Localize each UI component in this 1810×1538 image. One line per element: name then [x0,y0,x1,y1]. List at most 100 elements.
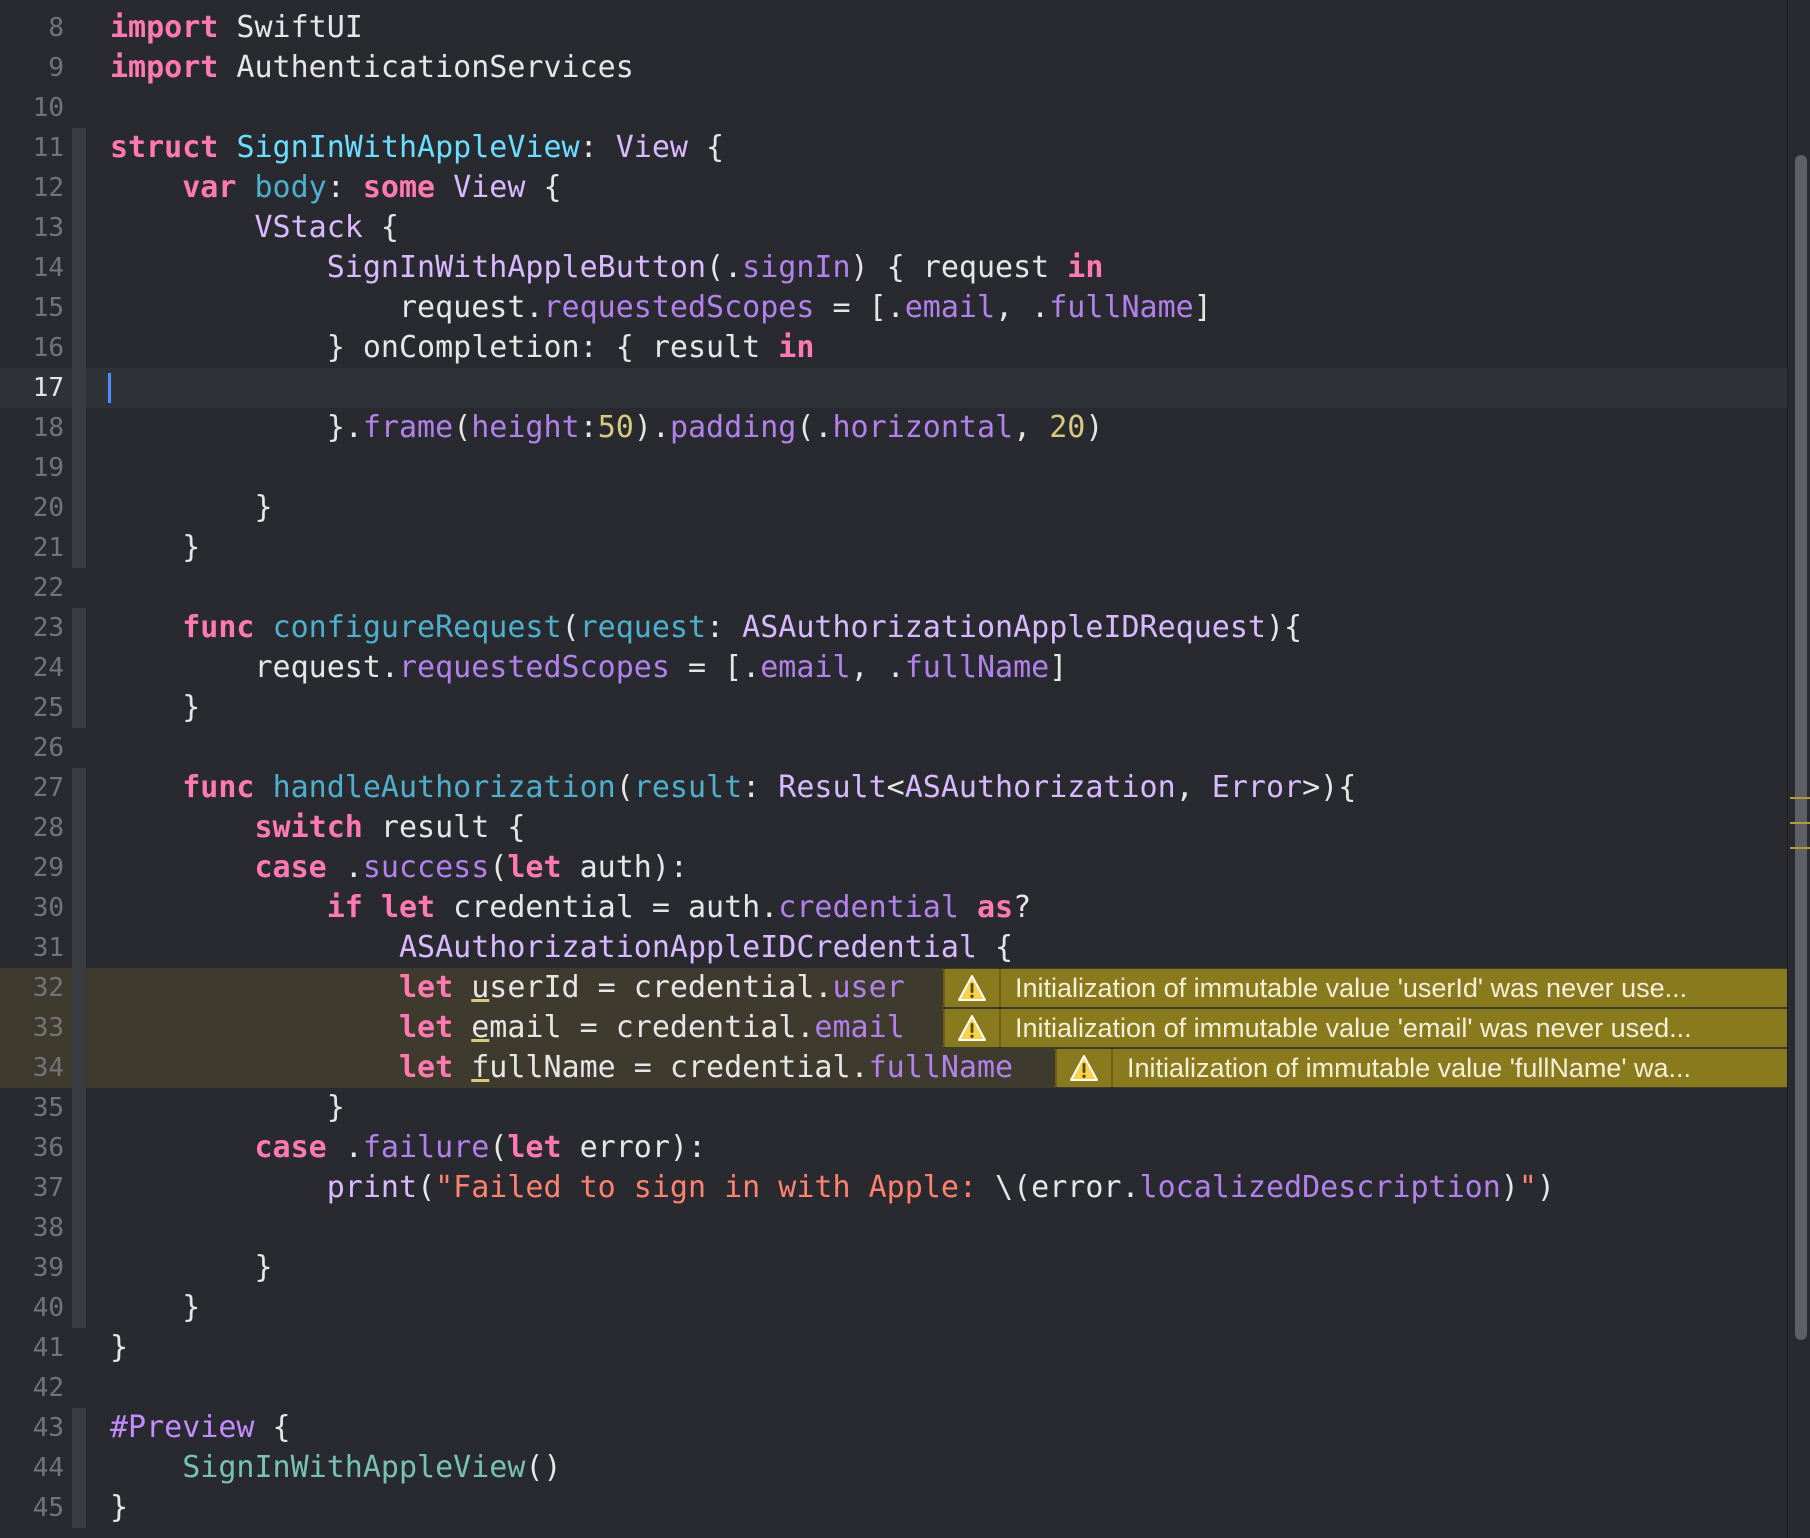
code-line[interactable]: 19 [0,448,1787,488]
code-text[interactable]: let fullName = credential.fullName [110,1048,1013,1088]
code-fold-ribbon[interactable] [72,648,86,688]
code-text[interactable]: print("Failed to sign in with Apple: \(e… [110,1168,1555,1208]
code-line[interactable]: 41} [0,1328,1787,1368]
code-line[interactable]: 38 [0,1208,1787,1248]
scrollbar-thumb[interactable] [1795,155,1807,1340]
warning-banner[interactable]: Initialization of immutable value 'email… [943,1009,1787,1047]
code-line[interactable]: 12 var body: some View { [0,168,1787,208]
code-line[interactable]: 27 func handleAuthorization(result: Resu… [0,768,1787,808]
code-fold-ribbon[interactable] [72,168,86,208]
code-text[interactable]: } onCompletion: { result in [110,328,815,368]
code-fold-ribbon[interactable] [72,1208,86,1248]
code-line[interactable]: 44 SignInWithAppleView() [0,1448,1787,1488]
code-line[interactable]: 37 print("Failed to sign in with Apple: … [0,1168,1787,1208]
code-line[interactable]: 23 func configureRequest(request: ASAuth… [0,608,1787,648]
code-line[interactable]: 17 [0,368,1787,408]
code-text[interactable]: case .failure(let error): [110,1128,707,1168]
warning-triangle-icon[interactable] [1057,1049,1113,1087]
code-fold-ribbon[interactable] [72,528,86,568]
code-text[interactable]: } [110,1488,128,1528]
code-fold-ribbon[interactable] [72,1128,86,1168]
code-text[interactable]: VStack { [110,208,400,248]
code-line[interactable]: 35 } [0,1088,1787,1128]
code-fold-ribbon[interactable] [72,848,86,888]
code-text[interactable]: case .success(let auth): [110,848,689,888]
code-line[interactable]: 25 } [0,688,1787,728]
code-line[interactable]: 32 let userId = credential.user Initializ… [0,968,1787,1008]
code-fold-ribbon[interactable] [72,768,86,808]
code-line[interactable]: 36 case .failure(let error): [0,1128,1787,1168]
code-text[interactable]: import AuthenticationServices [110,48,634,88]
code-line[interactable]: 14 SignInWithAppleButton(.signIn) { requ… [0,248,1787,288]
warning-triangle-icon[interactable] [945,969,1001,1007]
code-text[interactable]: } [110,688,200,728]
code-line[interactable]: 43 #Preview { [0,1408,1787,1448]
code-fold-ribbon[interactable] [72,968,86,1008]
code-fold-ribbon[interactable] [72,1448,86,1488]
code-fold-ribbon[interactable] [72,608,86,648]
code-text[interactable]: switch result { [110,808,526,848]
code-text[interactable]: } [110,1088,345,1128]
code-editor[interactable]: 8 import SwiftUI 9 import AuthenticationSer… [0,0,1810,1538]
code-fold-ribbon[interactable] [72,688,86,728]
code-fold-ribbon[interactable] [72,1408,86,1448]
code-text[interactable]: SignInWithAppleButton(.signIn) { request… [110,248,1104,288]
code-line[interactable]: 26 [0,728,1787,768]
code-line[interactable]: 21 } [0,528,1787,568]
code-line[interactable]: 9 import AuthenticationServices [0,48,1787,88]
code-line[interactable]: 31 ASAuthorizationAppleIDCredential { [0,928,1787,968]
code-fold-ribbon[interactable] [72,1168,86,1208]
code-text[interactable]: let userId = credential.user [110,968,905,1008]
code-fold-ribbon[interactable] [72,328,86,368]
code-fold-ribbon[interactable] [72,888,86,928]
code-fold-ribbon[interactable] [72,208,86,248]
code-fold-ribbon[interactable] [72,928,86,968]
code-fold-ribbon[interactable] [72,1048,86,1088]
code-fold-ribbon[interactable] [72,1088,86,1128]
code-line[interactable]: 39 } [0,1248,1787,1288]
code-line[interactable]: 8 import SwiftUI [0,8,1787,48]
code-line[interactable]: 15 request.requestedScopes = [.email, .f… [0,288,1787,328]
code-fold-ribbon[interactable] [72,808,86,848]
code-text[interactable]: func handleAuthorization(result: Result<… [110,768,1356,808]
code-fold-ribbon[interactable] [72,128,86,168]
code-text[interactable]: request.requestedScopes = [.email, .full… [110,288,1212,328]
code-line[interactable]: 33 let email = credential.email Initializ… [0,1008,1787,1048]
code-text[interactable]: request.requestedScopes = [.email, .full… [110,648,1067,688]
code-fold-ribbon[interactable] [72,1288,86,1328]
code-line[interactable]: 16 } onCompletion: { result in [0,328,1787,368]
code-fold-ribbon[interactable] [72,448,86,488]
warning-banner[interactable]: Initialization of immutable value 'userI… [943,969,1787,1007]
code-line[interactable]: 18 }.frame(height:50).padding(.horizonta… [0,408,1787,448]
code-text[interactable]: func configureRequest(request: ASAuthori… [110,608,1302,648]
code-text[interactable]: struct SignInWithAppleView: View { [110,128,724,168]
code-text[interactable]: }.frame(height:50).padding(.horizontal, … [110,408,1104,448]
code-fold-ribbon[interactable] [72,288,86,328]
code-line[interactable]: 34 let fullName = credential.fullName Ini… [0,1048,1787,1088]
code-fold-ribbon[interactable] [72,1008,86,1048]
code-line[interactable]: 20 } [0,488,1787,528]
code-line[interactable]: 24 request.requestedScopes = [.email, .f… [0,648,1787,688]
code-text[interactable]: var body: some View { [110,168,561,208]
warning-triangle-icon[interactable] [945,1009,1001,1047]
warning-banner[interactable]: Initialization of immutable value 'fullN… [1055,1049,1787,1087]
code-line[interactable]: 22 [0,568,1787,608]
code-text[interactable]: } [110,1288,200,1328]
code-text[interactable]: if let credential = auth.credential as? [110,888,1031,928]
code-line[interactable]: 10 [0,88,1787,128]
code-line[interactable]: 40 } [0,1288,1787,1328]
code-text[interactable]: } [110,488,272,528]
code-fold-ribbon[interactable] [72,1248,86,1288]
code-text[interactable]: import SwiftUI [110,8,363,48]
code-line[interactable]: 29 case .success(let auth): [0,848,1787,888]
code-line[interactable]: 42 [0,1368,1787,1408]
code-line[interactable]: 45} [0,1488,1787,1528]
code-fold-ribbon[interactable] [72,1488,86,1528]
code-text[interactable]: let email = credential.email [110,1008,905,1048]
code-fold-ribbon[interactable] [72,248,86,288]
code-fold-ribbon[interactable] [72,368,86,408]
code-line[interactable]: 11 struct SignInWithAppleView: View { [0,128,1787,168]
code-line[interactable]: 13 VStack { [0,208,1787,248]
code-text[interactable]: SignInWithAppleView() [110,1448,561,1488]
code-text[interactable]: ASAuthorizationAppleIDCredential { [110,928,1013,968]
